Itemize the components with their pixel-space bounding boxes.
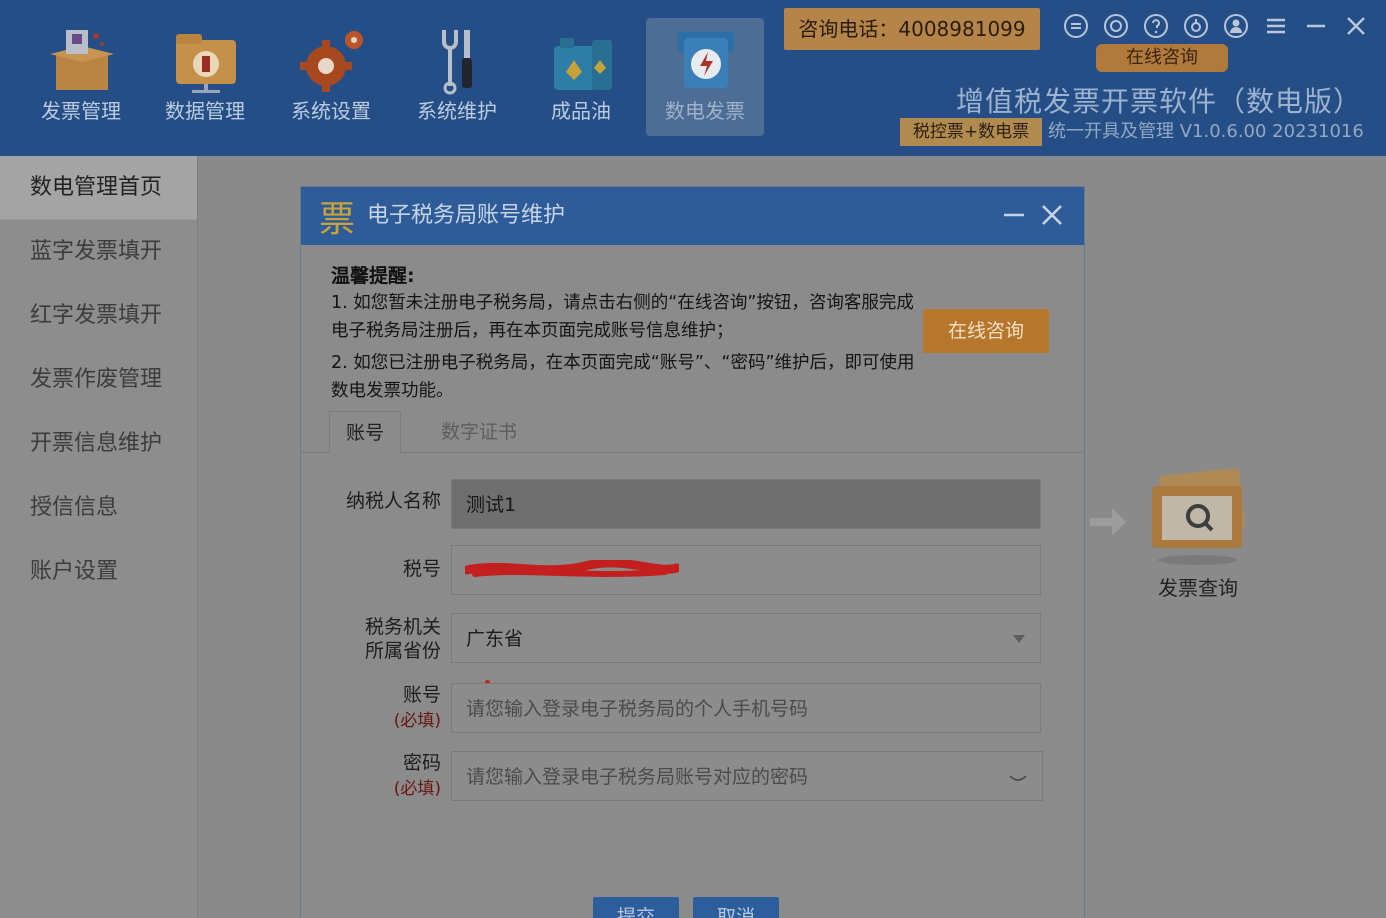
- app-header: 发票管理 数据管理 系统设置 系统维护 成品油 数电发票 咨询电话：400898…: [0, 0, 1386, 156]
- menu-icon[interactable]: [1260, 10, 1292, 42]
- taxpayer-name-label: 纳税人名称: [345, 490, 441, 512]
- nav-label: 数电发票: [665, 99, 745, 123]
- app-title: 增值税发票开票软件（数电版）: [955, 85, 1362, 118]
- invoice-box-icon: [50, 30, 114, 90]
- invoice-search-icon[interactable]: [1140, 468, 1256, 568]
- account-label: 账号: [402, 684, 441, 706]
- account-maintenance-dialog: 票 电子税务局账号维护 温馨提醒: 1. 如您暂未注册电子税务局，请点击右侧的“…: [300, 186, 1085, 918]
- nav-label: 发票管理: [41, 99, 121, 123]
- dialog-close-icon[interactable]: [1038, 201, 1066, 229]
- online-consult-top-button[interactable]: 在线咨询: [1096, 44, 1228, 72]
- tab-account[interactable]: 账号: [329, 411, 401, 454]
- province-value: 广东省: [466, 628, 524, 650]
- support-icon[interactable]: [1100, 10, 1132, 42]
- password-required-label: (必填): [393, 779, 441, 799]
- nav-refined-oil[interactable]: 成品油: [522, 18, 640, 136]
- cancel-button[interactable]: 取消: [693, 897, 779, 918]
- svg-text:票: 票: [319, 199, 355, 239]
- tips-heading: 温馨提醒:: [331, 265, 415, 287]
- oil-can-icon: [554, 38, 612, 90]
- close-icon[interactable]: [1340, 10, 1372, 42]
- account-required-label: (必填): [393, 711, 441, 731]
- data-folder-icon: [176, 34, 236, 93]
- nav-digital-invoice[interactable]: 数电发票: [646, 18, 764, 136]
- tip-registered: 2. 如您已注册电子税务局，在本页面完成“账号”、“密码”维护后，即可使用数电发…: [331, 353, 915, 401]
- sidebar-item-blue-invoice[interactable]: 蓝字发票填开: [0, 220, 197, 284]
- password-label: 密码: [402, 752, 441, 774]
- sidebar-item-credit-info[interactable]: 授信信息: [0, 476, 197, 540]
- version-label: 统一开具及管理 V1.0.6.00 20231016: [1048, 121, 1364, 142]
- wrench-screwdriver-icon: [442, 30, 472, 95]
- gear-icon: [300, 31, 363, 92]
- password-input[interactable]: 请您输入登录电子税务局账号对应的密码: [451, 751, 1043, 801]
- dialog-title-bar: 票 电子税务局账号维护: [301, 187, 1084, 245]
- redaction-mark: [465, 560, 679, 577]
- province-select[interactable]: 广东省: [451, 613, 1041, 663]
- nav-label: 系统设置: [291, 99, 371, 123]
- province-label-line2: 所属省份: [364, 640, 441, 662]
- arrow-right-icon: [1090, 508, 1126, 536]
- sidebar-item-void-invoice[interactable]: 发票作废管理: [0, 348, 197, 412]
- sidebar-item-account-settings[interactable]: 账户设置: [0, 540, 197, 604]
- nav-system-maintenance[interactable]: 系统维护: [398, 18, 516, 136]
- online-consult-button[interactable]: 在线咨询: [923, 309, 1049, 353]
- invoice-query-label[interactable]: 发票查询: [1136, 572, 1260, 601]
- dialog-title: 电子税务局账号维护: [367, 203, 566, 228]
- chevron-down-icon[interactable]: [1012, 634, 1026, 644]
- update-icon[interactable]: [1180, 10, 1212, 42]
- nav-label: 系统维护: [417, 99, 497, 123]
- tip-unregistered: 1. 如您暂未注册电子税务局，请点击右侧的“在线咨询”按钮，咨询客服完成电子税务…: [331, 293, 914, 341]
- hotline-label: 咨询电话：4008981099: [784, 8, 1040, 50]
- dialog-minimize-icon[interactable]: [1000, 201, 1028, 229]
- nav-label: 数据管理: [165, 99, 245, 123]
- sidebar-item-red-invoice[interactable]: 红字发票填开: [0, 284, 197, 348]
- password-placeholder: 请您输入登录电子税务局账号对应的密码: [466, 766, 809, 788]
- tax-type-badge: 税控票+数电票: [900, 118, 1042, 146]
- user-icon[interactable]: [1220, 10, 1252, 42]
- digital-invoice-icon: [678, 32, 734, 88]
- nav-data-management[interactable]: 数据管理: [146, 18, 264, 136]
- skin-icon[interactable]: [1060, 10, 1092, 42]
- taxpayer-name-field: 测试1: [451, 479, 1041, 529]
- sidebar-item-home[interactable]: 数电管理首页: [0, 156, 197, 220]
- tab-bar: 账号 数字证书: [301, 411, 1084, 454]
- window-controls: [1060, 10, 1380, 42]
- tab-digital-certificate[interactable]: 数字证书: [429, 411, 529, 453]
- nav-invoice-management[interactable]: 发票管理: [22, 18, 140, 136]
- submit-button[interactable]: 提交: [593, 897, 679, 918]
- sidebar: 数电管理首页 蓝字发票填开 红字发票填开 发票作废管理 开票信息维护 授信信息 …: [0, 156, 198, 918]
- province-label-line1: 税务机关: [364, 616, 441, 638]
- nav-system-settings[interactable]: 系统设置: [272, 18, 390, 136]
- minimize-icon[interactable]: [1300, 10, 1332, 42]
- account-input[interactable]: 请您输入登录电子税务局的个人手机号码: [451, 683, 1041, 733]
- eye-closed-icon[interactable]: [1008, 772, 1028, 784]
- nav-label: 成品油: [551, 99, 611, 123]
- sidebar-item-invoice-info[interactable]: 开票信息维护: [0, 412, 197, 476]
- tax-id-label: 税号: [402, 558, 441, 580]
- invoice-logo-icon: 票: [317, 197, 357, 239]
- help-icon[interactable]: [1140, 10, 1172, 42]
